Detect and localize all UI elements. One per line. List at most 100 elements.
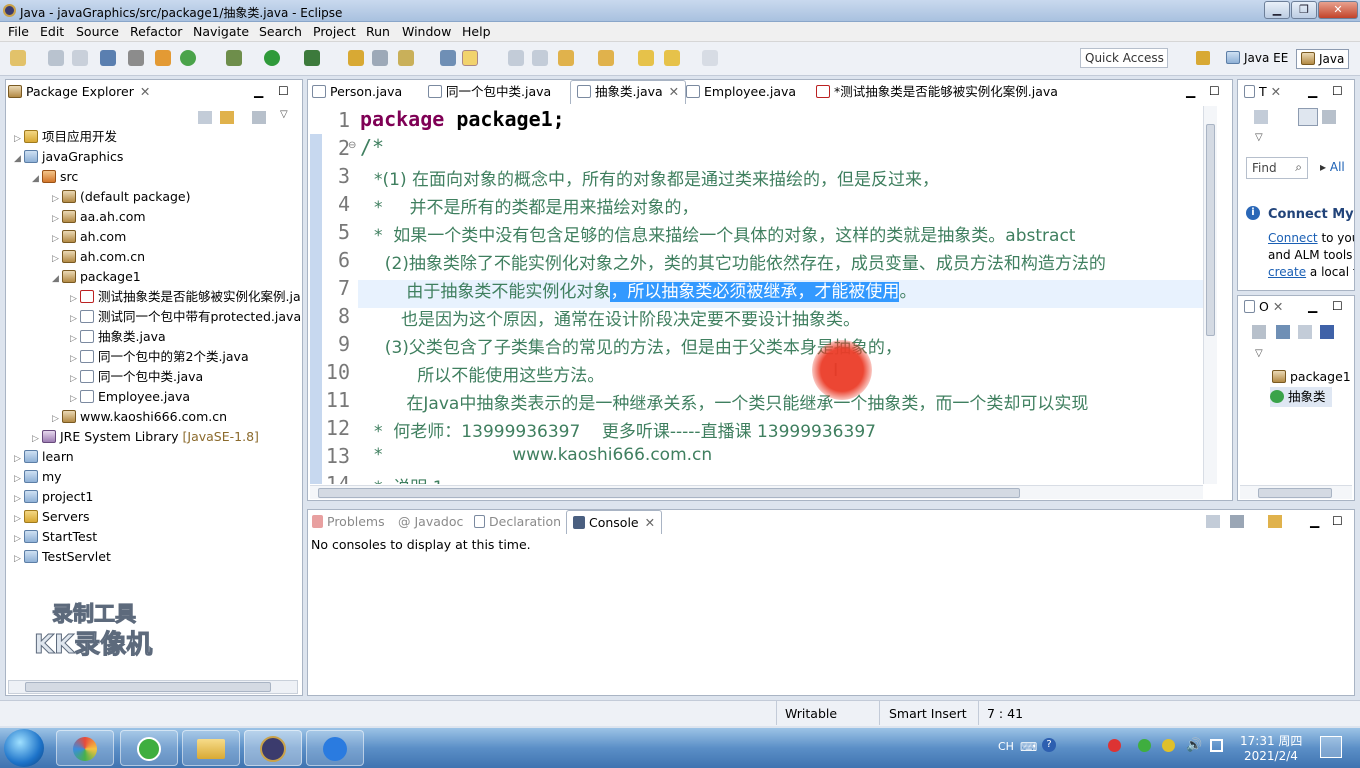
- tray-app-icon[interactable]: [1108, 739, 1121, 752]
- close-icon[interactable]: ✕: [140, 84, 150, 99]
- minimize-view-icon[interactable]: ▁: [1308, 84, 1317, 98]
- run-icon[interactable]: [264, 50, 280, 66]
- tab-outline[interactable]: O ✕: [1244, 296, 1283, 320]
- tree-item-file[interactable]: ▷ 测试抽象类是否能够被实例化案例.java: [70, 287, 300, 307]
- open-console-icon[interactable]: [1268, 515, 1282, 528]
- tree-item-my[interactable]: ▷ my: [14, 467, 62, 487]
- minimize-button[interactable]: ▁: [1264, 1, 1290, 19]
- save-all-icon[interactable]: [72, 50, 88, 66]
- help-icon[interactable]: ?: [1042, 738, 1056, 752]
- tree-item-file[interactable]: ▷ 抽象类.java: [70, 327, 166, 347]
- outline-item-package[interactable]: package1: [1272, 367, 1351, 387]
- last-edit-icon[interactable]: [638, 50, 654, 66]
- tree-item-package1[interactable]: ◢ package1: [52, 267, 141, 287]
- start-button[interactable]: [4, 729, 44, 767]
- hide-fields-icon[interactable]: [1298, 325, 1312, 339]
- toggle-mark-icon[interactable]: [440, 50, 456, 66]
- tab-declaration[interactable]: Declaration: [474, 511, 561, 535]
- editor-hscrollbar[interactable]: [310, 485, 1203, 499]
- refresh-icon[interactable]: [180, 50, 196, 66]
- tree-item-kaoshi666[interactable]: ▷ www.kaoshi666.com.cn: [52, 407, 227, 427]
- tab-console[interactable]: Console ✕: [566, 510, 663, 534]
- tab-same-package-class[interactable]: 同一个包中类.java: [428, 82, 551, 104]
- find-input[interactable]: Find ⌕: [1246, 157, 1308, 179]
- ime-indicator[interactable]: CH: [998, 740, 1014, 753]
- menu-project[interactable]: Project: [313, 24, 356, 39]
- skip-breakpoints-icon[interactable]: [128, 50, 144, 66]
- outline-hscrollbar[interactable]: [1240, 485, 1352, 499]
- tree-item-file[interactable]: ▷ 测试同一个包中带有protected.java: [70, 307, 301, 327]
- network-icon[interactable]: [1210, 739, 1223, 752]
- quick-access-input[interactable]: Quick Access: [1080, 48, 1168, 68]
- tree-item-file[interactable]: ▷ 同一个包中的第2个类.java: [70, 347, 249, 367]
- tree-item-default-package[interactable]: ▷ (default package): [52, 187, 190, 207]
- tab-javadoc[interactable]: @ Javadoc: [398, 511, 463, 535]
- previous-annotation-icon[interactable]: [598, 50, 614, 66]
- tab-person-java[interactable]: Person.java: [312, 82, 402, 104]
- scroll-thumb[interactable]: [1258, 488, 1332, 498]
- action-center-icon[interactable]: [1320, 736, 1342, 758]
- tree-item-aa-ah-com[interactable]: ▷ aa.ah.com: [52, 207, 146, 227]
- taskbar-app-explorer[interactable]: [182, 730, 240, 766]
- tray-update-icon[interactable]: [1162, 739, 1175, 752]
- maximize-button[interactable]: ❐: [1291, 1, 1317, 19]
- tab-task-list[interactable]: T ✕: [1244, 81, 1281, 105]
- scheduled-icon[interactable]: [1322, 110, 1336, 124]
- maximize-view-icon[interactable]: ☐: [1332, 299, 1343, 313]
- pin-console-icon[interactable]: [1206, 515, 1220, 528]
- outline-item-class[interactable]: 抽象类: [1270, 387, 1332, 407]
- collapse-all-icon[interactable]: [198, 111, 212, 124]
- print-icon[interactable]: [100, 50, 116, 66]
- hide-static-icon[interactable]: [1320, 325, 1334, 339]
- perspective-java-ee[interactable]: Java EE: [1222, 49, 1292, 69]
- focus-task-icon[interactable]: [252, 111, 266, 124]
- menu-window[interactable]: Window: [402, 24, 451, 39]
- view-menu-icon[interactable]: ▽: [1255, 348, 1263, 359]
- maximize-editor-icon[interactable]: ☐: [1209, 84, 1220, 98]
- minimize-editor-icon[interactable]: ▁: [1186, 84, 1195, 98]
- taskbar-app-recorder[interactable]: [306, 730, 364, 766]
- back-icon[interactable]: [664, 50, 680, 66]
- maximize-view-icon[interactable]: ☐: [1332, 514, 1343, 528]
- tab-test-abstract-instantiation[interactable]: *测试抽象类是否能够被实例化案例.java: [816, 82, 1058, 104]
- view-menu-icon[interactable]: ▽: [1255, 132, 1263, 143]
- tab-package-explorer[interactable]: Package Explorer ✕: [8, 81, 158, 105]
- menu-search[interactable]: Search: [259, 24, 302, 39]
- taskbar-app-eclipse[interactable]: [244, 730, 302, 766]
- view-menu-icon[interactable]: ▽: [280, 109, 288, 120]
- create-task-link[interactable]: create: [1268, 265, 1306, 279]
- filter-all-link[interactable]: ▸ All: [1320, 160, 1345, 174]
- link-with-editor-icon[interactable]: [220, 111, 234, 124]
- tree-item-file[interactable]: ▷ Employee.java: [70, 387, 190, 407]
- menu-file[interactable]: File: [8, 24, 29, 39]
- close-icon[interactable]: ✕: [1271, 84, 1281, 99]
- clock-date[interactable]: 2021/2/4: [1244, 749, 1298, 763]
- new-task-icon[interactable]: [1254, 110, 1268, 124]
- scroll-thumb[interactable]: [25, 682, 271, 692]
- scroll-thumb[interactable]: [1206, 124, 1215, 336]
- tree-item-project-app-dev[interactable]: ▷ 项目应用开发: [14, 127, 117, 147]
- tree-item-servers[interactable]: ▷ Servers: [14, 507, 90, 527]
- tree-item-javagraphics[interactable]: ◢ javaGraphics: [14, 147, 123, 167]
- tree-item-project1[interactable]: ▷ project1: [14, 487, 93, 507]
- search-toolbar-icon[interactable]: [398, 50, 414, 66]
- display-console-icon[interactable]: [1230, 515, 1244, 528]
- volume-icon[interactable]: 🔊: [1186, 738, 1202, 753]
- close-icon[interactable]: ✕: [1273, 299, 1283, 314]
- menu-source[interactable]: Source: [76, 24, 119, 39]
- forward-icon[interactable]: [702, 50, 718, 66]
- explorer-hscrollbar[interactable]: [8, 680, 298, 694]
- text-selection[interactable]: ，所以抽象类必须被继承，才能被使用: [610, 282, 900, 302]
- menu-edit[interactable]: Edit: [40, 24, 64, 39]
- clock-time[interactable]: 17:31 周四: [1240, 732, 1302, 749]
- maximize-view-icon[interactable]: ☐: [1332, 84, 1343, 98]
- close-icon[interactable]: ✕: [645, 515, 655, 530]
- tree-item-ah-com[interactable]: ▷ ah.com: [52, 227, 126, 247]
- fold-collapse-icon[interactable]: ⊖: [348, 140, 356, 151]
- categorized-icon[interactable]: [1298, 108, 1318, 126]
- open-task-icon[interactable]: [372, 50, 388, 66]
- keyboard-icon[interactable]: ⌨: [1020, 740, 1037, 754]
- connect-link[interactable]: Connect: [1268, 231, 1318, 245]
- new-icon[interactable]: [10, 50, 26, 66]
- new-server-icon[interactable]: [155, 50, 171, 66]
